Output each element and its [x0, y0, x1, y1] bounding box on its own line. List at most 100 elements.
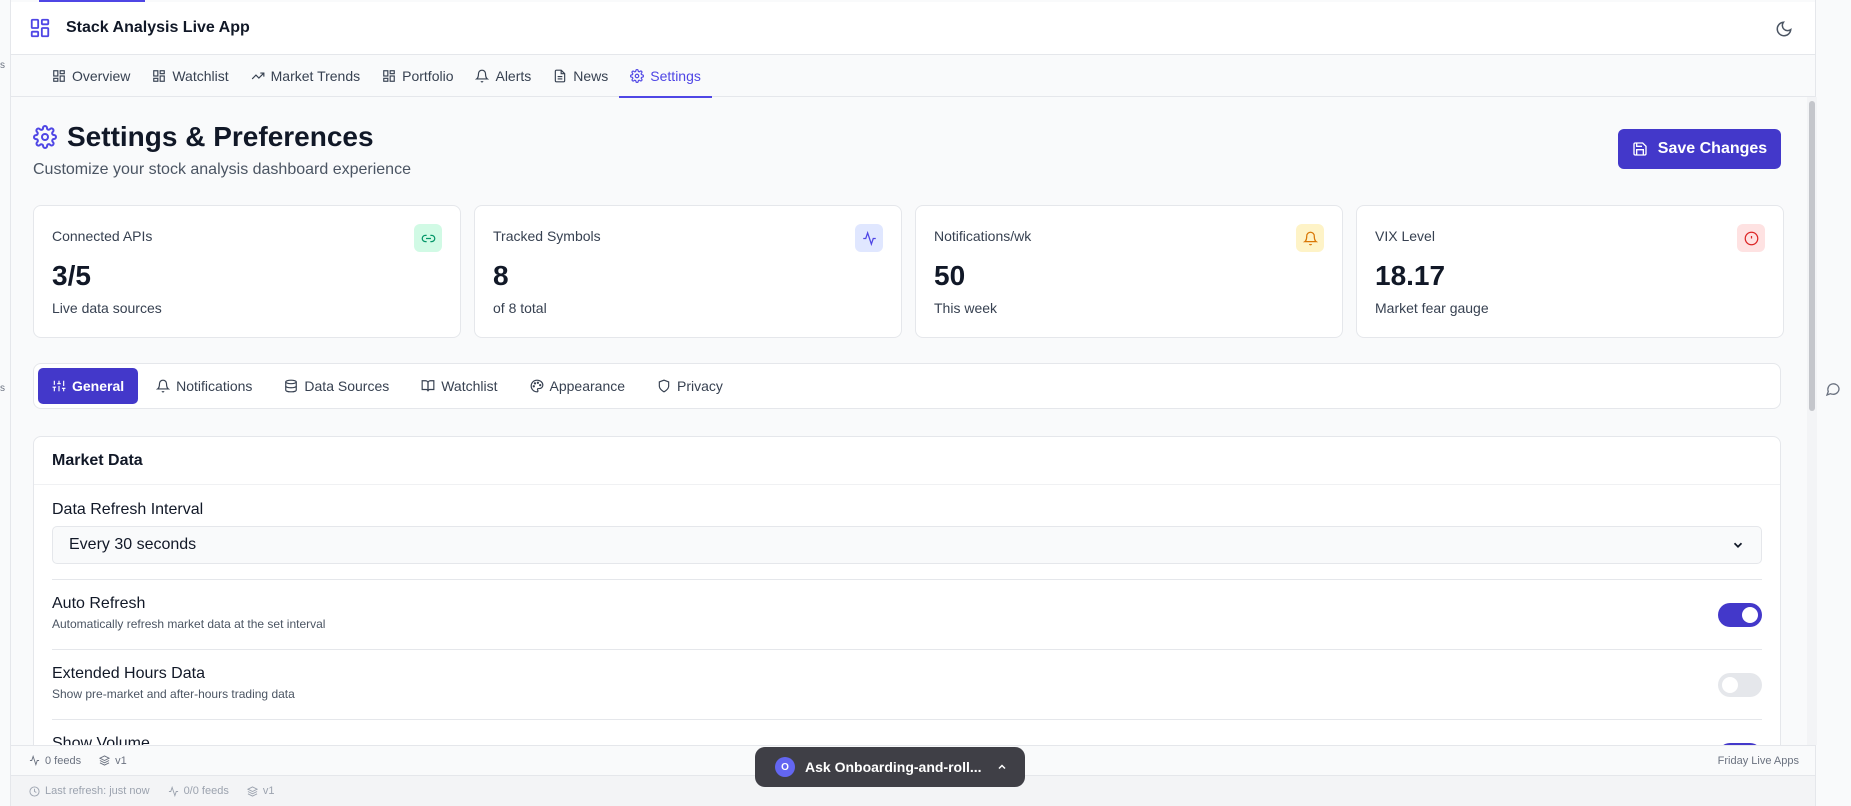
subtab-appearance[interactable]: Appearance — [516, 368, 640, 404]
setting-row-extended-hours: Extended Hours Data Show pre-market and … — [52, 649, 1762, 719]
last-refresh-status: Last refresh: just now — [29, 785, 150, 797]
subtab-general[interactable]: General — [38, 368, 139, 404]
stat-value: 8 — [493, 260, 509, 291]
tab-label: Overview — [72, 68, 131, 84]
alert-circle-icon — [1737, 224, 1765, 252]
activity-icon — [855, 224, 883, 252]
toggle-knob — [1722, 677, 1738, 693]
gear-icon — [630, 69, 645, 83]
subtab-label: Privacy — [677, 378, 723, 394]
edge-mark: s — [0, 383, 5, 394]
toggle-knob — [1742, 607, 1758, 623]
subtab-label: General — [72, 378, 125, 394]
assistant-label: Ask Onboarding-and-roll... — [805, 759, 982, 775]
tab-watchlist[interactable]: Watchlist — [141, 55, 239, 97]
stat-card-vix-level: VIX Level 18.17 Market fear gauge — [1356, 205, 1784, 338]
moon-icon[interactable] — [1775, 20, 1793, 38]
trending-up-icon — [251, 72, 265, 80]
select-value: Every 30 seconds — [69, 536, 197, 553]
activity-icon — [168, 785, 178, 797]
gear-icon — [33, 125, 57, 149]
setting-title: Extended Hours Data — [52, 665, 205, 682]
assistant-launcher-button[interactable]: O Ask Onboarding-and-roll... — [755, 747, 1025, 787]
feeds-text: 0/0 feeds — [183, 785, 229, 797]
refresh-interval-select[interactable]: Every 30 seconds — [52, 526, 1762, 564]
page-header: Settings & Preferences Customize your st… — [33, 121, 411, 179]
stat-value: 18.17 — [1375, 260, 1446, 291]
tab-label: Settings — [650, 68, 701, 84]
activity-icon — [29, 755, 40, 766]
book-open-icon — [421, 380, 435, 392]
tab-label: Alerts — [495, 68, 532, 84]
shield-icon — [658, 379, 670, 393]
save-label: Save Changes — [1657, 140, 1768, 157]
stat-value: 50 — [934, 260, 966, 291]
tab-label: Market Trends — [270, 68, 361, 84]
tab-market-trends[interactable]: Market Trends — [240, 55, 371, 97]
stat-value: 3/5 — [52, 260, 91, 291]
clock-icon — [29, 785, 40, 797]
grid-icon — [383, 70, 395, 82]
app-window: Stack Analysis Live App Overview Watchli… — [10, 0, 1817, 806]
settings-subtabs: General Notifications Data Sources Watch… — [33, 363, 1781, 409]
stat-note: Live data sources — [52, 300, 162, 316]
edge-mark: s — [0, 60, 5, 71]
stat-card-tracked-symbols: Tracked Symbols 8 of 8 total — [474, 205, 902, 338]
link-icon — [414, 224, 442, 252]
stats-row: Connected APIs 3/5 Live data sources Tra… — [33, 205, 1784, 338]
chevron-down-icon — [1733, 542, 1743, 548]
tab-alerts[interactable]: Alerts — [464, 55, 542, 97]
panel-heading: Market Data — [34, 437, 1780, 485]
dashboard-logo-icon — [30, 18, 50, 38]
app-header: Stack Analysis Live App — [11, 2, 1815, 55]
tab-overview[interactable]: Overview — [41, 55, 141, 97]
market-data-panel: Market Data Data Refresh Interval Every … — [33, 436, 1781, 745]
subtab-notifications[interactable]: Notifications — [142, 368, 266, 404]
tab-portfolio[interactable]: Portfolio — [371, 55, 464, 97]
grid-icon — [53, 70, 65, 82]
settings-content: Settings & Preferences Customize your st… — [11, 97, 1807, 745]
grid-icon — [153, 70, 166, 82]
file-text-icon — [555, 69, 566, 83]
brand-label: Friday Live Apps — [1717, 755, 1799, 767]
version-status: v1 — [246, 785, 274, 797]
stat-card-connected-apis: Connected APIs 3/5 Live data sources — [33, 205, 461, 338]
subtab-data-sources[interactable]: Data Sources — [270, 368, 403, 404]
stat-note: This week — [934, 300, 998, 316]
feeds-status: 0/0 feeds — [168, 785, 229, 797]
last-refresh-text: Last refresh: just now — [45, 785, 150, 797]
feeds-status: 0 feeds — [29, 755, 81, 767]
app-title: Stack Analysis Live App — [66, 19, 250, 36]
tab-label: News — [573, 68, 609, 84]
bell-icon — [475, 69, 490, 83]
subtab-label: Data Sources — [304, 378, 390, 394]
layers-icon — [246, 785, 258, 797]
stat-note: of 8 total — [493, 300, 547, 316]
setting-title: Show Volume — [52, 735, 150, 745]
setting-desc: Automatically refresh market data at the… — [52, 617, 326, 631]
subtab-privacy[interactable]: Privacy — [643, 368, 737, 404]
palette-icon — [530, 379, 543, 393]
auto-refresh-toggle[interactable] — [1718, 603, 1762, 627]
setting-desc: Show pre-market and after-hours trading … — [52, 687, 295, 701]
extended-hours-toggle[interactable] — [1718, 673, 1762, 697]
tab-label: Watchlist — [172, 68, 229, 84]
bell-icon — [1296, 224, 1324, 252]
version-text: v1 — [115, 754, 127, 767]
scrollbar-thumb[interactable] — [1809, 101, 1815, 411]
page-title-text: Settings & Preferences — [67, 121, 374, 152]
page-title: Settings & Preferences — [33, 121, 411, 153]
setting-row-show-volume: Show Volume — [52, 719, 1762, 745]
subtab-label: Notifications — [176, 378, 253, 394]
assistant-avatar: O — [775, 757, 795, 777]
bell-icon — [156, 379, 171, 393]
refresh-interval-label: Data Refresh Interval — [52, 501, 204, 518]
save-changes-button[interactable]: Save Changes — [1618, 129, 1781, 169]
setting-row-auto-refresh: Auto Refresh Automatically refresh marke… — [52, 579, 1762, 649]
subtab-watchlist[interactable]: Watchlist — [407, 368, 511, 404]
save-icon — [1633, 142, 1647, 156]
setting-title: Auto Refresh — [52, 595, 146, 612]
chat-bubble-icon[interactable] — [1825, 381, 1841, 397]
tab-news[interactable]: News — [542, 55, 619, 97]
tab-settings[interactable]: Settings — [619, 55, 712, 98]
